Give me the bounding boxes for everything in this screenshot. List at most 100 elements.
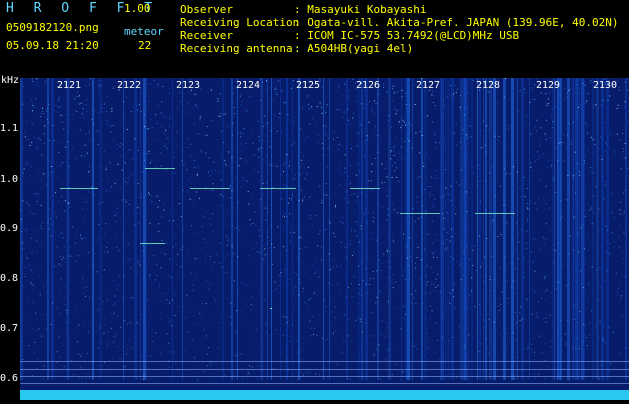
spectrogram-speck bbox=[104, 362, 105, 363]
spectrogram-speck bbox=[120, 327, 121, 328]
spectrogram-speck bbox=[358, 303, 359, 304]
spectrogram-speck bbox=[220, 194, 221, 195]
spectrogram-speck bbox=[460, 109, 461, 110]
spectrogram-speck bbox=[438, 285, 439, 286]
spectrogram-speck bbox=[263, 259, 264, 260]
spectrogram-speck bbox=[458, 374, 459, 375]
spectrogram-speck bbox=[453, 290, 454, 291]
spectrogram-streak bbox=[261, 78, 263, 380]
spectrogram-speck bbox=[470, 136, 471, 137]
spectrogram-speck bbox=[575, 267, 576, 268]
spectrogram-speck bbox=[606, 226, 607, 227]
spectrogram-speck bbox=[519, 188, 520, 189]
spectrogram-speck bbox=[373, 278, 374, 279]
spectrogram-speck bbox=[495, 277, 496, 278]
spectrogram-speck bbox=[60, 165, 61, 166]
spectrogram-speck bbox=[486, 125, 487, 126]
spectrogram-speck bbox=[456, 144, 457, 145]
spectrogram-speck bbox=[448, 194, 449, 195]
spectrogram-speck bbox=[550, 137, 551, 138]
spectrogram-speck bbox=[397, 110, 398, 111]
spectrogram-speck bbox=[499, 310, 500, 311]
spectrogram-speck bbox=[258, 150, 259, 151]
spectrogram-speck bbox=[265, 220, 266, 221]
spectrogram-speck bbox=[345, 296, 346, 297]
spectrogram-speck bbox=[127, 349, 128, 350]
spectrogram-speck bbox=[155, 196, 156, 197]
spectrogram-speck bbox=[313, 316, 314, 317]
spectrogram-speck bbox=[159, 286, 160, 287]
spectrogram-speck bbox=[311, 298, 312, 299]
signal-level-band bbox=[20, 390, 629, 400]
spectrogram-speck bbox=[41, 242, 42, 243]
spectrogram-speck bbox=[115, 302, 116, 303]
spectrogram-speck bbox=[322, 143, 323, 144]
spectrogram-speck bbox=[83, 282, 84, 283]
spectrogram-speck bbox=[365, 208, 366, 209]
spectrogram-streak bbox=[222, 78, 224, 380]
spectrogram-streak bbox=[503, 78, 506, 380]
spectrogram-speck bbox=[208, 243, 209, 244]
spectrogram-speck bbox=[164, 203, 165, 204]
spectrogram-speck bbox=[247, 181, 248, 182]
spectrogram-speck bbox=[461, 263, 462, 264]
spectrogram-speck bbox=[37, 201, 38, 202]
spectrogram-speck bbox=[569, 173, 570, 174]
spectrogram-speck bbox=[535, 127, 536, 128]
spectrogram-speck bbox=[375, 126, 376, 127]
spectrogram-speck bbox=[402, 158, 403, 159]
spectrogram-speck bbox=[605, 252, 606, 253]
spectrogram-speck bbox=[377, 94, 378, 95]
spectrogram-speck bbox=[274, 247, 275, 248]
spectrogram-speck bbox=[102, 354, 103, 355]
spectrogram-speck bbox=[625, 143, 626, 144]
spectrogram-speck bbox=[534, 352, 535, 353]
spectrogram-speck bbox=[181, 216, 182, 217]
spectrogram-speck bbox=[551, 230, 552, 231]
spectrogram-speck bbox=[405, 279, 406, 280]
spectrogram-speck bbox=[88, 190, 89, 191]
spectrogram-speck bbox=[561, 320, 562, 321]
spectrogram-speck bbox=[249, 326, 250, 327]
spectrogram-speck bbox=[485, 339, 486, 340]
spectrogram-speck bbox=[117, 315, 118, 316]
spectrogram-speck bbox=[272, 251, 273, 252]
spectrogram-speck bbox=[31, 142, 32, 143]
spectrogram-speck bbox=[537, 151, 538, 152]
spectrogram-speck bbox=[219, 172, 220, 173]
spectrogram-speck bbox=[341, 265, 342, 266]
spectrogram-speck bbox=[396, 113, 397, 114]
spectrogram-speck bbox=[392, 235, 393, 236]
spectrogram-speck bbox=[82, 113, 83, 114]
spectrogram-speck bbox=[555, 212, 556, 213]
spectrogram-speck bbox=[460, 142, 461, 143]
spectrogram-speck bbox=[269, 266, 270, 267]
spectrogram-speck bbox=[265, 324, 266, 325]
spectrogram-speck bbox=[61, 279, 62, 280]
spectrogram-speck bbox=[214, 262, 215, 263]
spectrogram-speck bbox=[619, 302, 620, 303]
spectrogram-speck bbox=[241, 101, 242, 102]
spectrogram-speck bbox=[421, 137, 422, 138]
spectrogram-speck bbox=[161, 300, 162, 301]
spectrogram-speck bbox=[465, 300, 466, 301]
spectrogram-speck bbox=[151, 235, 152, 236]
spectrogram-speck bbox=[189, 297, 190, 298]
spectrogram-speck bbox=[507, 280, 508, 281]
spectrogram-speck bbox=[266, 332, 267, 333]
y-tick-label: 0.6 bbox=[0, 374, 18, 384]
spectrogram-speck bbox=[366, 294, 367, 295]
spectrogram-speck bbox=[146, 266, 147, 267]
spectrogram-speck bbox=[584, 248, 585, 249]
spectrogram-speck bbox=[464, 252, 465, 253]
spectrogram-speck bbox=[598, 208, 599, 209]
antenna-label: Receiving antenna bbox=[180, 43, 293, 54]
spectrogram-speck bbox=[200, 116, 201, 117]
spectrogram-speck bbox=[71, 360, 72, 361]
spectrogram-speck bbox=[585, 155, 586, 156]
spectrogram-speck bbox=[152, 127, 153, 128]
spectrogram-speck bbox=[485, 263, 486, 264]
spectrogram-speck bbox=[31, 270, 32, 271]
spectrogram-speck bbox=[587, 125, 588, 126]
spectrogram-speck bbox=[147, 128, 148, 129]
